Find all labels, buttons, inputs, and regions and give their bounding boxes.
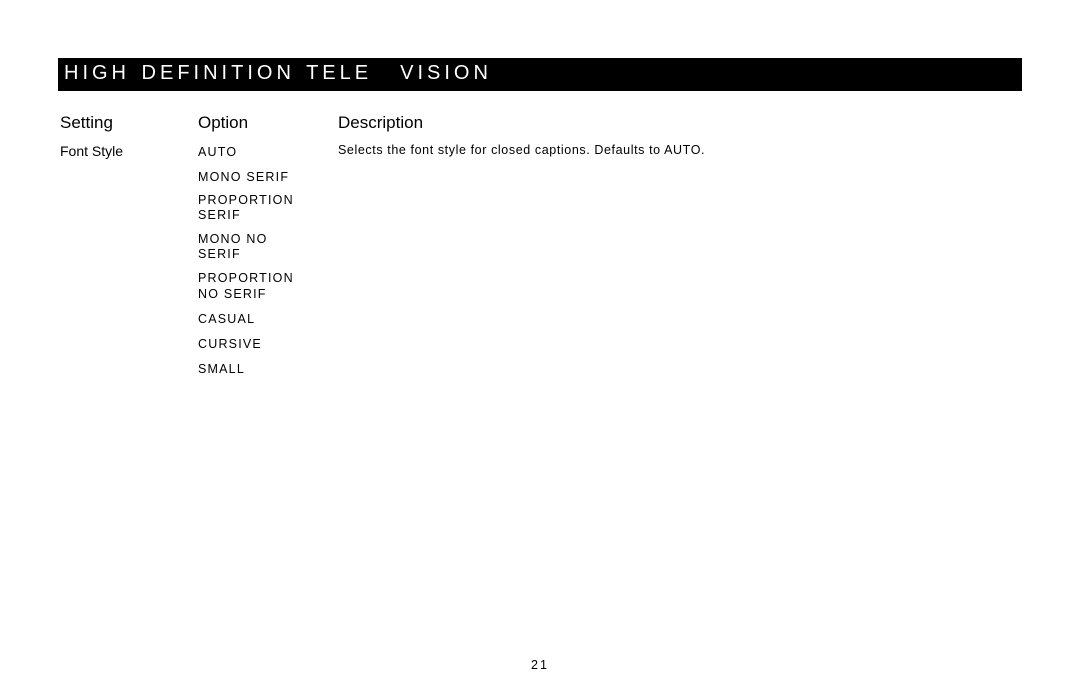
setting-name: Font Style [58, 143, 198, 159]
section-banner: HIGH DEFINITION TELE VISION [58, 58, 1022, 91]
banner-text-part1: HIGH DEFINITION TELE [64, 62, 372, 84]
document-page: HIGH DEFINITION TELE VISION Setting Optio… [0, 0, 1080, 698]
option-line: MONO NO [198, 232, 268, 246]
setting-description: Selects the font style for closed captio… [338, 143, 1022, 157]
option-line: PROPORTION [198, 193, 294, 207]
option-list: AUTO MONO SERIF PROPORTION SERIF MONO NO… [198, 143, 338, 385]
table-header-row: Setting Option Description [58, 113, 1022, 143]
banner-text-part2: VISION [400, 62, 492, 84]
table-row: Font Style AUTO MONO SERIF PROPORTION SE… [58, 143, 1022, 385]
option-item: SMALL [198, 360, 338, 379]
option-item: PROPORTION NO SERIF [198, 271, 338, 302]
option-line: SERIF [198, 247, 241, 261]
option-item: MONO NO SERIF [198, 232, 338, 263]
option-item: AUTO [198, 143, 338, 162]
option-item: MONO SERIF [198, 168, 338, 187]
header-option: Option [198, 113, 338, 133]
option-line: PROPORTION [198, 271, 294, 285]
option-line: NO SERIF [198, 287, 267, 301]
header-setting: Setting [58, 113, 198, 133]
option-line: SERIF [198, 208, 241, 222]
header-description: Description [338, 113, 1022, 133]
settings-table: Setting Option Description Font Style AU… [58, 113, 1022, 385]
option-item: CURSIVE [198, 335, 338, 354]
option-item: CASUAL [198, 310, 338, 329]
option-item: PROPORTION SERIF [198, 193, 338, 224]
page-number: 21 [0, 658, 1080, 672]
